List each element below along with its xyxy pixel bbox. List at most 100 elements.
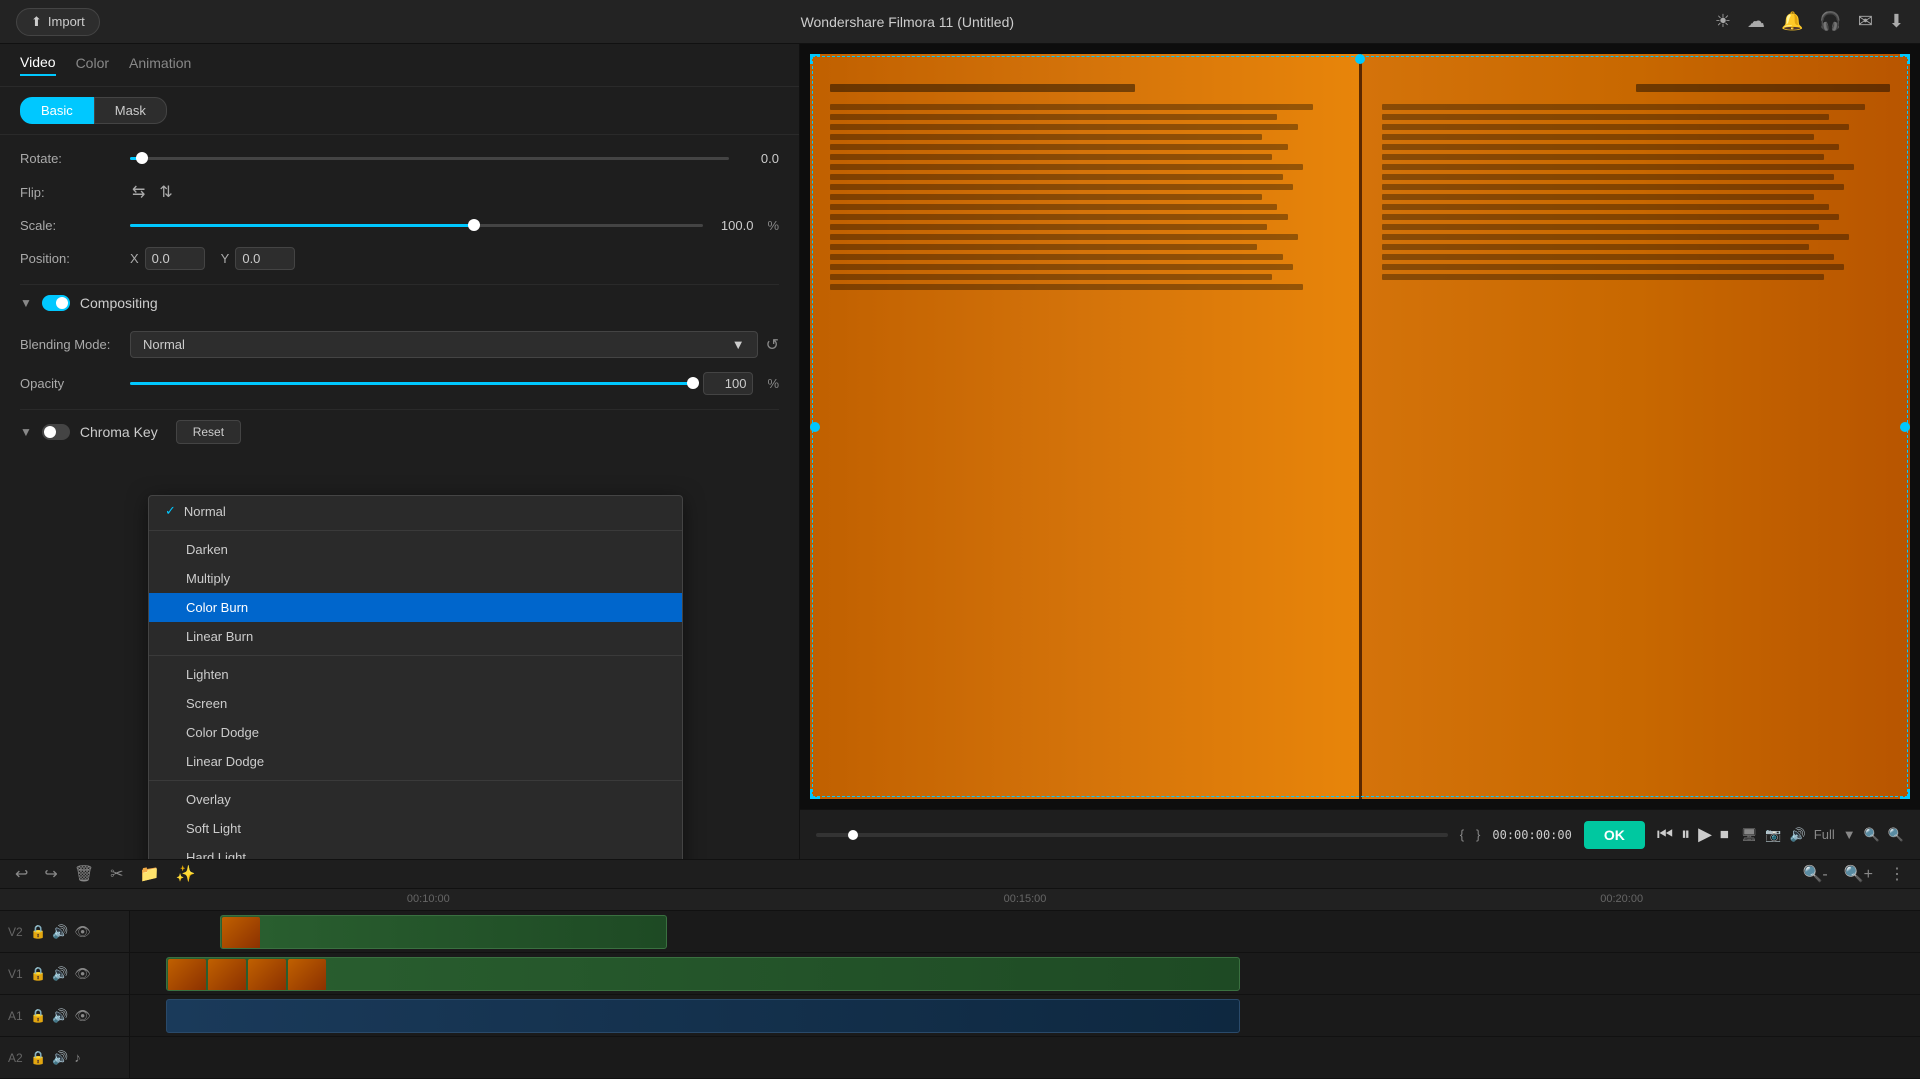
opacity-value-input[interactable] [703,372,753,395]
view-label: Full [1814,827,1835,842]
corner-tr-handle[interactable] [1900,54,1910,64]
download-icon[interactable]: ⬇ [1889,11,1904,32]
chroma-key-section-header[interactable]: ▼ Chroma Key Reset [20,409,779,454]
cloud-icon[interactable]: ☁ [1747,11,1765,32]
track-speaker3-icon[interactable]: 🔊 [52,1008,68,1024]
track-eye3-icon[interactable]: 👁 [74,1008,91,1024]
zoom-minus-icon[interactable]: 🔍 [1864,827,1880,843]
track-content-video-2[interactable] [130,911,1920,952]
opacity-slider-wrap: % [130,372,779,395]
track-lock4-icon[interactable]: 🔒 [30,1050,46,1066]
subtab-basic[interactable]: Basic [20,97,94,124]
track-eye-icon[interactable]: 👁 [74,924,91,940]
tab-animation[interactable]: Animation [129,55,191,75]
corner-bl-handle[interactable] [810,789,820,799]
pos-y-input[interactable] [235,247,295,270]
track-controls-video-2: V2 🔒 🔊 👁 [0,911,130,952]
chroma-key-title: Chroma Key [80,424,158,440]
track-lock2-icon[interactable]: 🔒 [30,966,46,982]
zoom-out-icon[interactable]: 🔍- [1799,861,1830,887]
position-row: Position: X Y [20,247,779,270]
undo-icon[interactable]: ↩ [12,861,31,887]
track-row-audio-2: A2 🔒 🔊 ♪ [0,1037,1920,1079]
blend-row: Blending Mode: Normal ▼ ↺ [20,331,779,358]
dropdown-item-color-dodge[interactable]: Color Dodge [149,718,682,747]
track-speaker2-icon[interactable]: 🔊 [52,966,68,982]
track-speaker-icon[interactable]: 🔊 [52,924,68,940]
blend-reset-icon[interactable]: ↺ [766,335,779,355]
headset-icon[interactable]: 🎧 [1819,11,1841,32]
rotate-track[interactable] [130,157,729,160]
pos-y-field: Y [221,247,296,270]
subtab-mask[interactable]: Mask [94,97,167,124]
edge-right-handle[interactable] [1900,422,1910,432]
flip-vertical-button[interactable]: ⇅ [157,180,174,204]
dropdown-item-linear-burn[interactable]: Linear Burn [149,622,682,651]
pos-x-input[interactable] [145,247,205,270]
chroma-reset-button[interactable]: Reset [176,420,241,444]
blend-mode-button[interactable]: Normal ▼ [130,331,758,358]
track-speaker4-icon[interactable]: 🔊 [52,1050,68,1066]
dropdown-item-normal[interactable]: Normal [149,496,682,526]
dropdown-item-hard-light[interactable]: Hard Light [149,843,682,859]
redo-icon[interactable]: ↪ [41,861,60,887]
edge-left-handle[interactable] [810,422,820,432]
playback-timeline[interactable] [816,833,1448,837]
track-music-icon[interactable]: ♪ [74,1050,81,1065]
track-content-audio-2[interactable] [130,1037,1920,1078]
more-icon[interactable]: ⋮ [1886,861,1908,887]
flip-horizontal-button[interactable]: ⇆ [130,180,147,204]
playback-bar: { } 00:00:00:00 OK ⏮ ⏸ ▶ ⏹ 🖥 📷 🔊 Full ▼ … [800,809,1920,859]
track-content-audio-1[interactable] [130,995,1920,1036]
scale-track[interactable] [130,224,703,227]
opacity-track[interactable] [130,382,693,385]
corner-br-handle[interactable] [1900,789,1910,799]
video-preview [800,44,1920,809]
edge-top-handle[interactable] [1355,54,1365,64]
tab-color[interactable]: Color [76,55,109,75]
zoom-plus-icon[interactable]: 🔍 [1888,827,1904,843]
scissors-icon[interactable]: ✂ [107,861,126,887]
dropdown-item-lighten[interactable]: Lighten [149,660,682,689]
compositing-toggle[interactable] [42,295,70,311]
dropdown-divider-2 [149,655,682,656]
dropdown-item-screen[interactable]: Screen [149,689,682,718]
bell-icon[interactable]: 🔔 [1781,11,1803,32]
track-controls-video-1: V1 🔒 🔊 👁 [0,953,130,994]
view-dropdown-icon[interactable]: ▼ [1843,827,1856,842]
sun-icon[interactable]: ☀ [1715,11,1731,32]
play-forward-button[interactable]: ▶ [1698,824,1712,845]
track-content-video-1[interactable] [130,953,1920,994]
dropdown-item-soft-light[interactable]: Soft Light [149,814,682,843]
corner-tl-handle[interactable] [810,54,820,64]
ok-button[interactable]: OK [1584,821,1645,849]
dropdown-item-darken[interactable]: Darken [149,535,682,564]
import-button[interactable]: ⬆ Import [16,8,100,36]
compositing-section-header[interactable]: ▼ Compositing [20,284,779,321]
stop-button[interactable]: ⏹ [1720,824,1729,845]
dropdown-item-color-burn[interactable]: Color Burn [149,593,682,622]
track-lock-icon[interactable]: 🔒 [30,924,46,940]
tab-video[interactable]: Video [20,54,56,76]
play-pause-button[interactable]: ⏸ [1681,824,1690,845]
rotate-row: Rotate: 0.0 [20,151,779,166]
track-lock3-icon[interactable]: 🔒 [30,1008,46,1024]
chroma-key-toggle[interactable] [42,424,70,440]
rotate-label: Rotate: [20,151,130,166]
track-eye2-icon[interactable]: 👁 [74,966,91,982]
mail-icon[interactable]: ✉ [1858,11,1873,32]
delete-icon[interactable]: 🗑 [71,861,97,887]
step-back-button[interactable]: ⏮ [1657,824,1673,845]
zoom-in-icon[interactable]: 🔍+ [1841,861,1876,887]
track-row-video-2: V2 🔒 🔊 👁 [0,911,1920,953]
top-bar-left: ⬆ Import [16,8,100,36]
dropdown-item-multiply[interactable]: Multiply [149,564,682,593]
dropdown-item-linear-dodge[interactable]: Linear Dodge [149,747,682,776]
playback-controls: ⏮ ⏸ ▶ ⏹ [1657,824,1729,845]
track-row-audio-1: A1 🔒 🔊 👁 [0,995,1920,1037]
effects-icon[interactable]: ✨ [172,861,198,887]
dropdown-item-overlay[interactable]: Overlay [149,785,682,814]
add-media-icon[interactable]: 📁 [137,861,163,887]
playback-cursor[interactable] [848,830,858,840]
app-title: Wondershare Filmora 11 (Untitled) [801,14,1014,30]
